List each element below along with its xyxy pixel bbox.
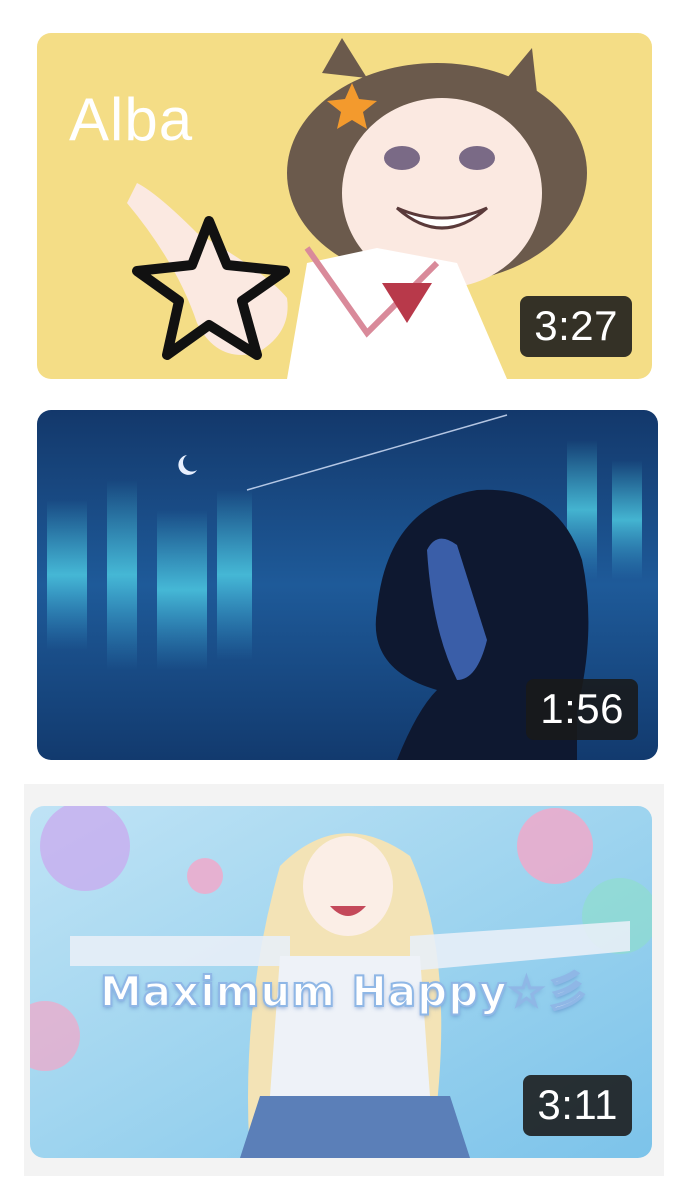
- duration-badge: 3:11: [523, 1075, 632, 1136]
- overlay-title: Alba: [69, 86, 194, 153]
- video-thumbnail-3[interactable]: Maximum Happy☆彡 3:11: [30, 806, 652, 1158]
- video-thumbnail-2[interactable]: 1:56: [37, 410, 658, 760]
- video-thumbnail-1[interactable]: Alba 3:27: [37, 33, 652, 379]
- banner-title: Maximum Happy☆彡: [99, 966, 590, 1017]
- duration-badge: 1:56: [526, 679, 638, 740]
- duration-badge: 3:27: [520, 296, 632, 357]
